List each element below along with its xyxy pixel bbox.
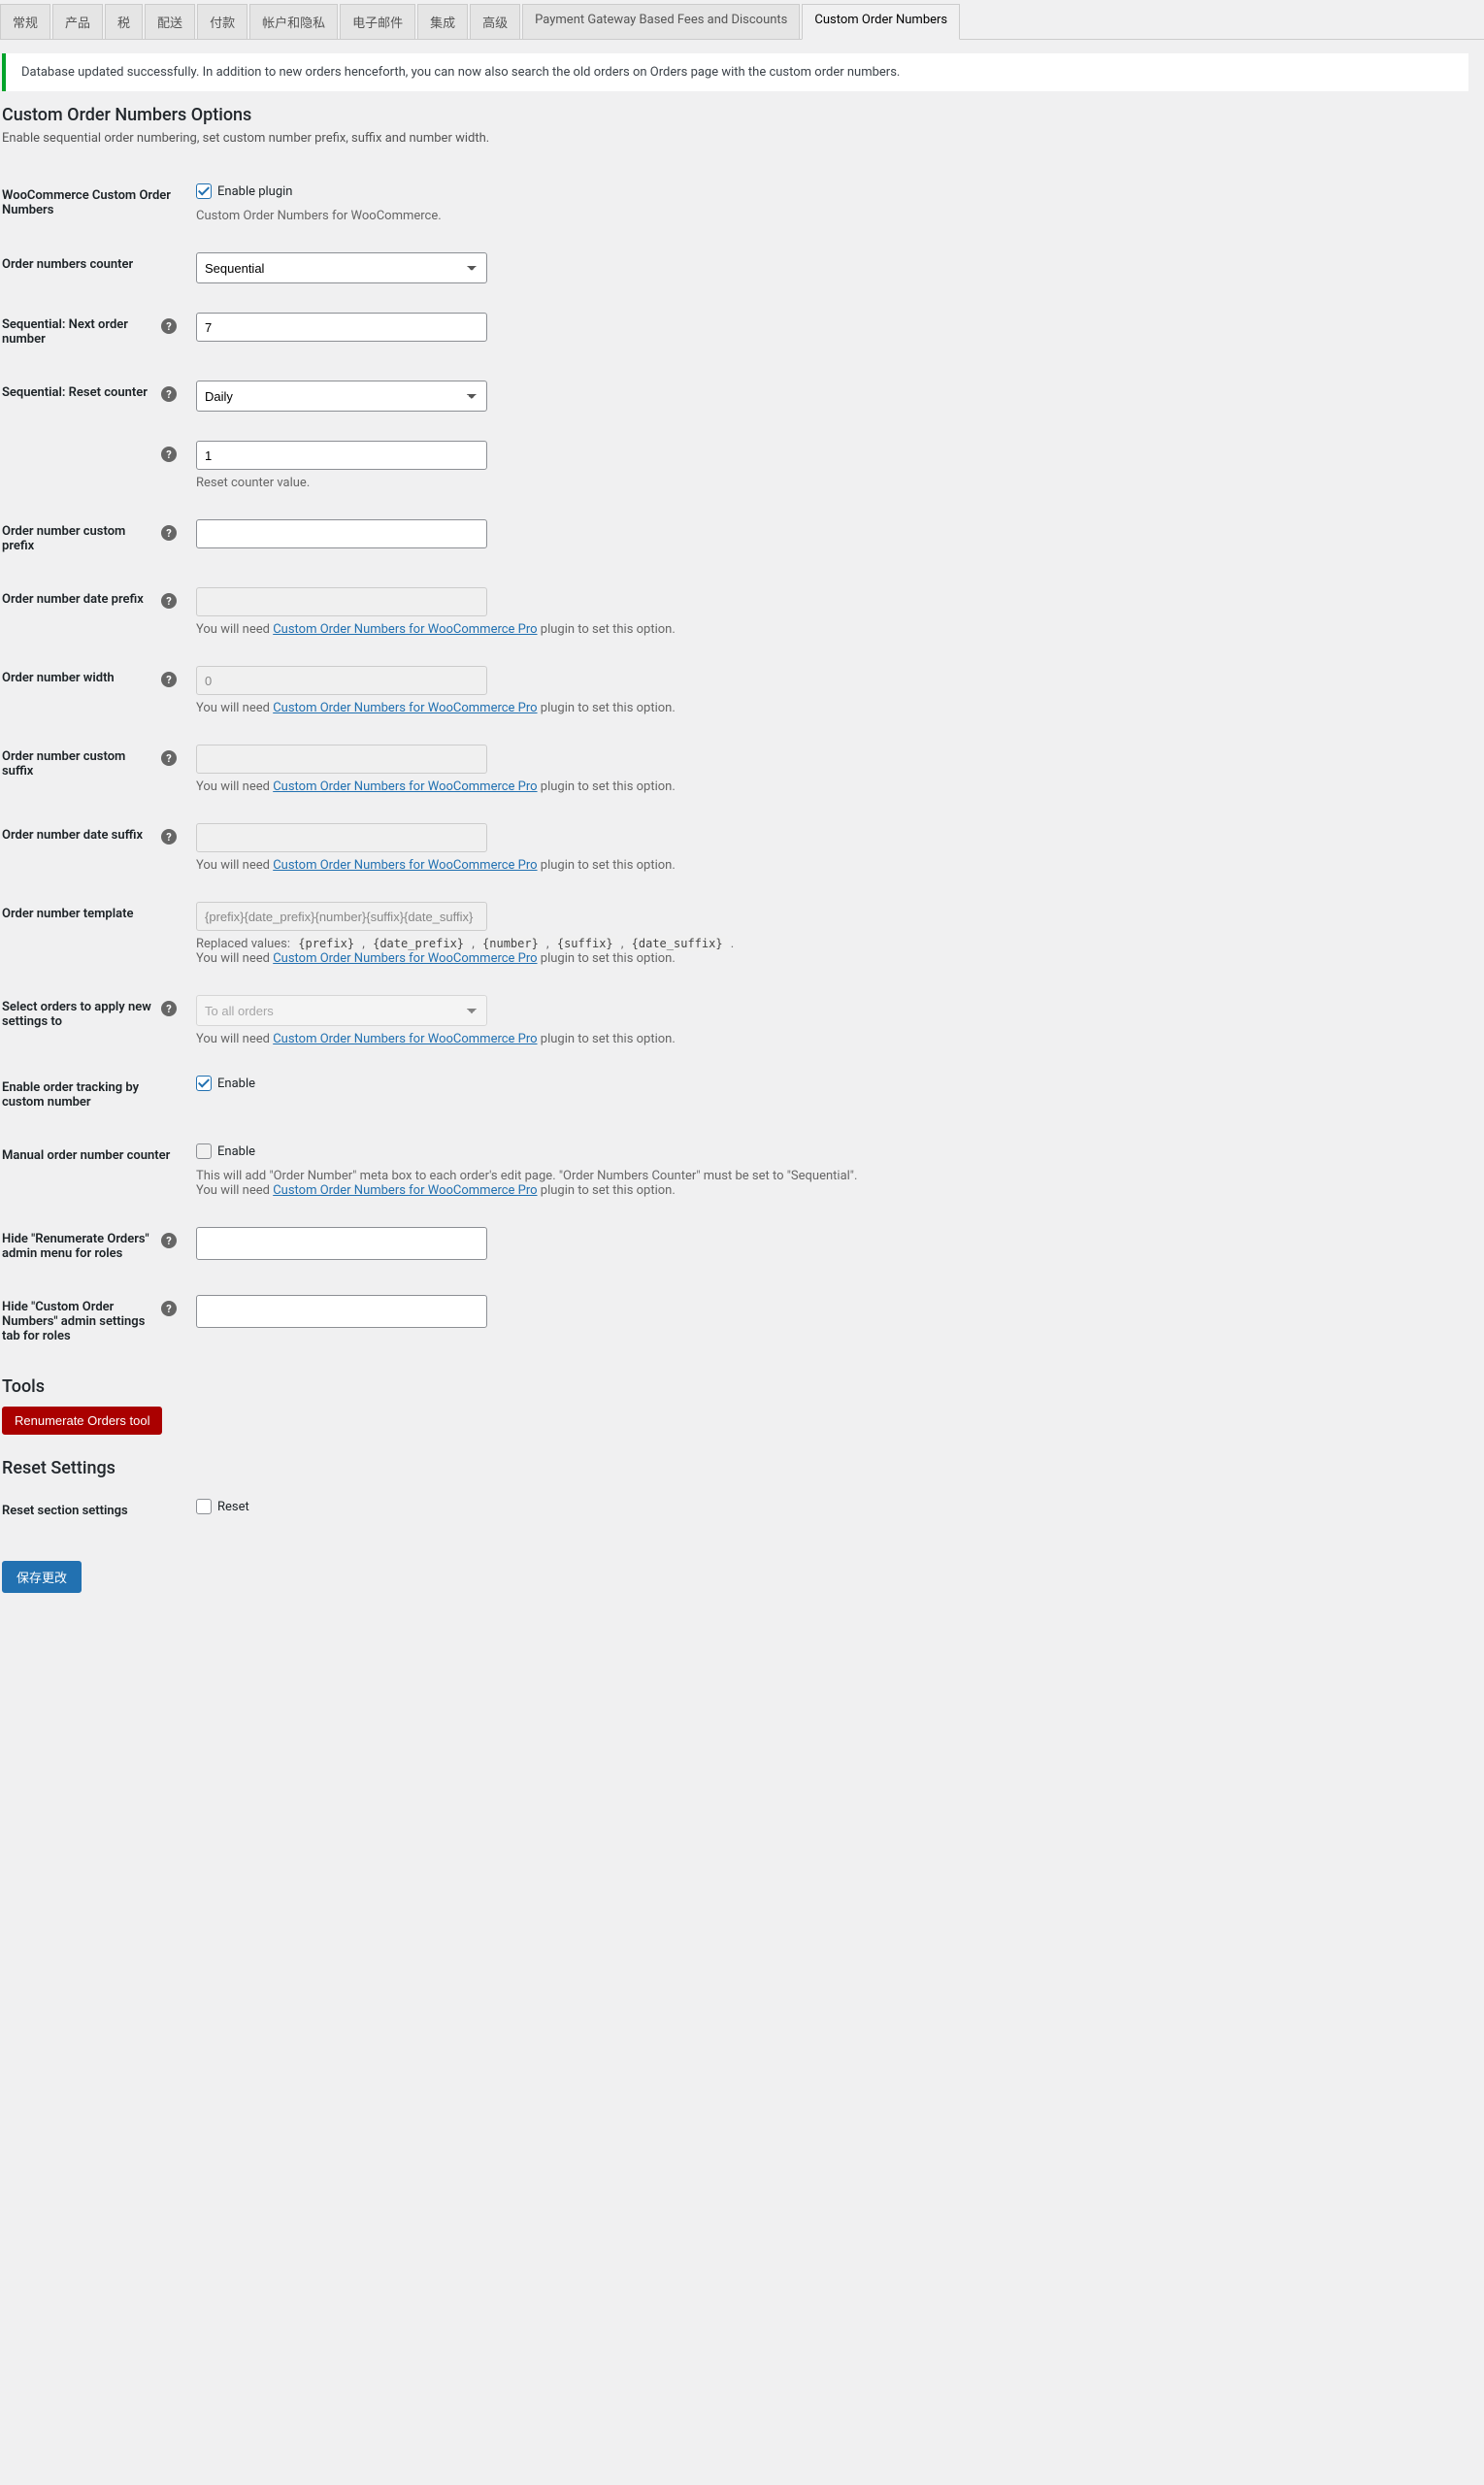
tab-emails[interactable]: 电子邮件 bbox=[340, 4, 415, 39]
custom-suffix-input bbox=[196, 745, 487, 774]
date-prefix-input bbox=[196, 587, 487, 616]
pro-notice: You will need Custom Order Numbers for W… bbox=[196, 779, 875, 794]
hide-tab-label: Hide "Custom Order Numbers" admin settin… bbox=[2, 1300, 155, 1343]
reset-counter-label: Sequential: Reset counter bbox=[2, 385, 148, 400]
counter-label: Order numbers counter bbox=[2, 238, 186, 298]
reset-row[interactable]: Reset bbox=[196, 1499, 249, 1514]
hide-menu-label: Hide "Renumerate Orders" admin menu for … bbox=[2, 1232, 155, 1261]
enable-plugin-desc: Custom Order Numbers for WooCommerce. bbox=[196, 209, 875, 223]
manual-check-label: Enable bbox=[217, 1144, 255, 1159]
help-icon[interactable]: ? bbox=[161, 318, 177, 334]
section-desc: Enable sequential order numbering, set c… bbox=[2, 131, 1468, 146]
help-icon[interactable]: ? bbox=[161, 672, 177, 687]
tab-custom-order-numbers[interactable]: Custom Order Numbers bbox=[802, 4, 960, 40]
pro-notice: You will need Custom Order Numbers for W… bbox=[196, 1032, 875, 1046]
tab-products[interactable]: 产品 bbox=[52, 4, 103, 39]
custom-suffix-label: Order number custom suffix bbox=[2, 749, 155, 779]
manual-checkbox bbox=[196, 1143, 212, 1159]
pro-notice: You will need Custom Order Numbers for W… bbox=[196, 701, 875, 715]
width-label: Order number width bbox=[2, 671, 115, 685]
success-notice: Database updated successfully. In additi… bbox=[2, 53, 1468, 91]
reset-counter-select[interactable]: Daily bbox=[196, 381, 487, 412]
pro-link[interactable]: Custom Order Numbers for WooCommerce Pro bbox=[273, 951, 537, 966]
tracking-row[interactable]: Enable bbox=[196, 1076, 255, 1091]
tab-general[interactable]: 常规 bbox=[0, 4, 50, 39]
hide-tab-multiselect[interactable] bbox=[196, 1295, 487, 1328]
enable-plugin-row[interactable]: Enable plugin bbox=[196, 183, 293, 199]
reset-check-label: Reset bbox=[217, 1500, 249, 1514]
apply-to-select: To all orders bbox=[196, 995, 487, 1026]
reset-checkbox[interactable] bbox=[196, 1499, 212, 1514]
width-input bbox=[196, 666, 487, 695]
tracking-check-label: Enable bbox=[217, 1077, 255, 1091]
tab-tax[interactable]: 税 bbox=[105, 4, 143, 39]
manual-row: Enable bbox=[196, 1143, 255, 1159]
pro-link[interactable]: Custom Order Numbers for WooCommerce Pro bbox=[273, 858, 537, 873]
reset-value-input[interactable] bbox=[196, 441, 487, 470]
help-icon[interactable]: ? bbox=[161, 1001, 177, 1016]
help-icon[interactable]: ? bbox=[161, 750, 177, 766]
settings-table: WooCommerce Custom Order Numbers Enable … bbox=[2, 169, 1468, 1363]
help-icon[interactable]: ? bbox=[161, 525, 177, 541]
tracking-checkbox[interactable] bbox=[196, 1076, 212, 1091]
apply-to-label: Select orders to apply new settings to bbox=[2, 1000, 155, 1029]
date-suffix-label: Order number date suffix bbox=[2, 828, 143, 843]
pro-link[interactable]: Custom Order Numbers for WooCommerce Pro bbox=[273, 779, 537, 794]
help-icon[interactable]: ? bbox=[161, 593, 177, 609]
tab-shipping[interactable]: 配送 bbox=[145, 4, 195, 39]
date-suffix-input bbox=[196, 823, 487, 852]
renumerate-orders-button[interactable]: Renumerate Orders tool bbox=[2, 1407, 162, 1435]
custom-prefix-label: Order number custom prefix bbox=[2, 524, 155, 553]
pro-link[interactable]: Custom Order Numbers for WooCommerce Pro bbox=[273, 1183, 537, 1198]
template-input bbox=[196, 902, 487, 931]
tab-payment-gateway[interactable]: Payment Gateway Based Fees and Discounts bbox=[522, 4, 800, 39]
tab-checkout[interactable]: 付款 bbox=[197, 4, 247, 39]
reset-value-desc: Reset counter value. bbox=[196, 476, 875, 490]
enable-plugin-checkbox[interactable] bbox=[196, 183, 212, 199]
save-button[interactable]: 保存更改 bbox=[2, 1561, 82, 1593]
hide-menu-multiselect[interactable] bbox=[196, 1227, 487, 1260]
help-icon[interactable]: ? bbox=[161, 1233, 177, 1248]
reset-heading: Reset Settings bbox=[2, 1458, 1468, 1478]
tools-heading: Tools bbox=[2, 1376, 1468, 1397]
tab-accounts[interactable]: 帐户和隐私 bbox=[249, 4, 338, 39]
tracking-label: Enable order tracking by custom number bbox=[2, 1061, 186, 1129]
help-icon[interactable]: ? bbox=[161, 1301, 177, 1316]
help-icon[interactable]: ? bbox=[161, 386, 177, 402]
pro-link[interactable]: Custom Order Numbers for WooCommerce Pro bbox=[273, 701, 537, 715]
tab-integration[interactable]: 集成 bbox=[417, 4, 468, 39]
pro-notice: You will need Custom Order Numbers for W… bbox=[196, 622, 875, 637]
template-label: Order number template bbox=[2, 887, 186, 980]
pro-notice: You will need Custom Order Numbers for W… bbox=[196, 858, 875, 873]
section-heading: Custom Order Numbers Options bbox=[2, 105, 1468, 125]
enable-plugin-check-label: Enable plugin bbox=[217, 184, 293, 199]
enable-plugin-label: WooCommerce Custom Order Numbers bbox=[2, 169, 186, 238]
manual-desc: This will add "Order Number" meta box to… bbox=[196, 1169, 875, 1198]
reset-label: Reset section settings bbox=[2, 1484, 186, 1538]
date-prefix-label: Order number date prefix bbox=[2, 592, 144, 607]
help-icon[interactable]: ? bbox=[161, 447, 177, 462]
custom-prefix-input[interactable] bbox=[196, 519, 487, 548]
help-icon[interactable]: ? bbox=[161, 829, 177, 845]
tab-advanced[interactable]: 高级 bbox=[470, 4, 520, 39]
counter-select[interactable]: Sequential bbox=[196, 252, 487, 283]
manual-label: Manual order number counter bbox=[2, 1129, 186, 1212]
template-desc: Replaced values: {prefix} , {date_prefix… bbox=[196, 937, 875, 966]
pro-link[interactable]: Custom Order Numbers for WooCommerce Pro bbox=[273, 622, 537, 637]
tab-bar: 常规 产品 税 配送 付款 帐户和隐私 电子邮件 集成 高级 Payment G… bbox=[0, 0, 1484, 40]
next-number-label: Sequential: Next order number bbox=[2, 317, 155, 347]
pro-link[interactable]: Custom Order Numbers for WooCommerce Pro bbox=[273, 1032, 537, 1046]
next-number-input[interactable] bbox=[196, 313, 487, 342]
